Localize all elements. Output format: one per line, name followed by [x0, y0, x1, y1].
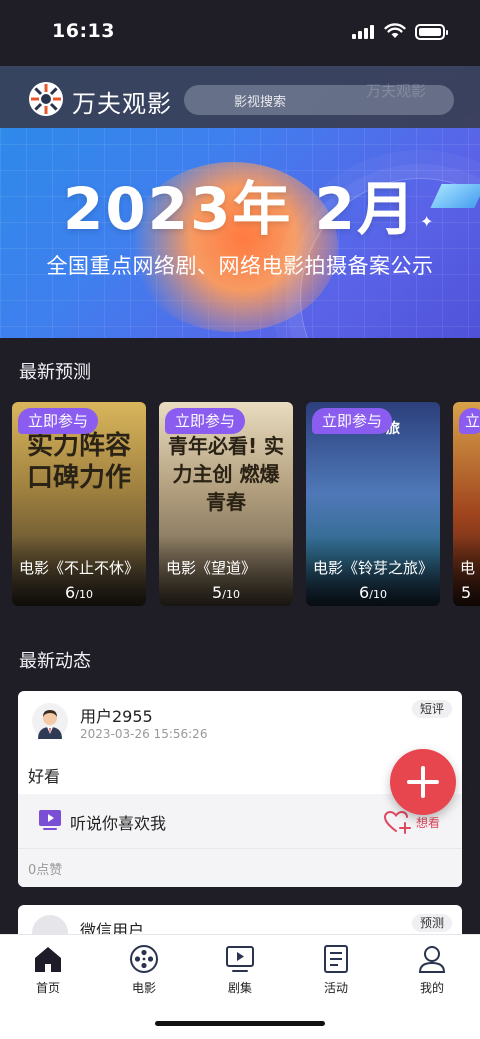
app-logo-text: 万夫观影	[72, 90, 172, 118]
tv-icon	[39, 810, 61, 830]
tab-label: 剧集	[227, 981, 252, 995]
banner-title: 2023年 2月	[63, 175, 417, 243]
tab-activities[interactable]: 活动	[306, 943, 366, 999]
status-bar: 16:13	[0, 0, 480, 66]
tab-profile[interactable]: 我的	[402, 943, 462, 999]
want-to-watch-label: 想看	[416, 816, 441, 830]
post-type-badge: 短评	[411, 700, 452, 718]
prediction-card[interactable]: 立 电 5	[453, 402, 480, 606]
score: 6/10	[359, 583, 387, 602]
tv-play-icon	[226, 946, 254, 972]
prediction-card[interactable]: 青年必看! 实力主创 燃爆青春 立即参与 电影《望道》 5/10	[159, 402, 293, 606]
movie-title: 电影《不止不休》	[19, 559, 140, 577]
prediction-carousel[interactable]: 实力阵容 口碑力作 立即参与 电影《不止不休》 6/10 青年必看! 实力主创 …	[12, 402, 480, 606]
home-indicator	[155, 1021, 325, 1026]
status-time: 16:13	[52, 20, 115, 42]
poster-text: 实力阵容 口碑力作	[26, 431, 131, 493]
movie-title: 电	[460, 559, 476, 577]
like-count: 0点赞	[28, 863, 63, 878]
post-type-badge: 预测	[411, 914, 452, 932]
movie-title: 电影《铃芽之旅》	[313, 559, 434, 577]
join-badge[interactable]: 立即参与	[312, 408, 393, 434]
watermark-logo: 万夫观影	[366, 82, 427, 100]
section-title-feed: 最新动态	[19, 651, 91, 672]
profile-icon	[418, 946, 446, 973]
post-content: 好看	[28, 767, 61, 786]
logo-icon	[29, 82, 63, 116]
film-reel-icon	[130, 945, 158, 973]
add-post-button[interactable]	[390, 749, 456, 815]
join-badge[interactable]: 立即参与	[18, 408, 99, 434]
tab-label: 我的	[419, 981, 444, 995]
wifi-icon	[384, 23, 406, 38]
avatar	[32, 703, 68, 739]
tab-movies[interactable]: 电影	[114, 943, 174, 999]
battery-icon	[415, 24, 448, 40]
tab-series[interactable]: 剧集	[210, 943, 270, 999]
score: 5/10	[212, 583, 240, 602]
home-icon	[35, 947, 61, 972]
prediction-card[interactable]: 实力阵容 口碑力作 立即参与 电影《不止不休》 6/10	[12, 402, 146, 606]
likes-bar[interactable]: 0点赞	[18, 848, 462, 887]
linked-movie-title: 听说你喜欢我	[70, 814, 167, 833]
heart-plus-icon	[383, 810, 411, 834]
join-badge[interactable]: 立	[459, 408, 480, 434]
want-to-watch-button[interactable]: 想看	[383, 810, 440, 834]
activity-list-icon	[324, 945, 348, 973]
poster-text: 青年必看! 实力主创 燃爆青春	[167, 434, 285, 514]
search-placeholder: 影视搜索	[234, 95, 287, 110]
tab-label: 电影	[131, 981, 156, 995]
cellular-signal-icon	[352, 25, 376, 39]
banner-subtitle: 全国重点网络剧、网络电影拍摄备案公示	[46, 254, 434, 278]
score: 5	[461, 583, 472, 602]
tab-label: 活动	[323, 981, 348, 995]
post-time: 2023-03-26 15:56:26	[80, 727, 208, 741]
movie-title: 电影《望道》	[166, 559, 257, 577]
prediction-card[interactable]: 旅 立即参与 电影《铃芽之旅》 6/10	[306, 402, 440, 606]
score: 6/10	[65, 583, 93, 602]
tab-home[interactable]: 首页	[18, 943, 78, 999]
app-header: 万夫观影 影视搜索 万夫观影	[0, 66, 480, 128]
section-title-predictions: 最新预测	[19, 362, 91, 383]
linked-movie-row[interactable]: 听说你喜欢我 想看	[18, 794, 462, 848]
user-name[interactable]: 用户2955	[80, 703, 153, 727]
join-badge[interactable]: 立即参与	[165, 408, 246, 434]
tab-label: 首页	[35, 981, 60, 995]
